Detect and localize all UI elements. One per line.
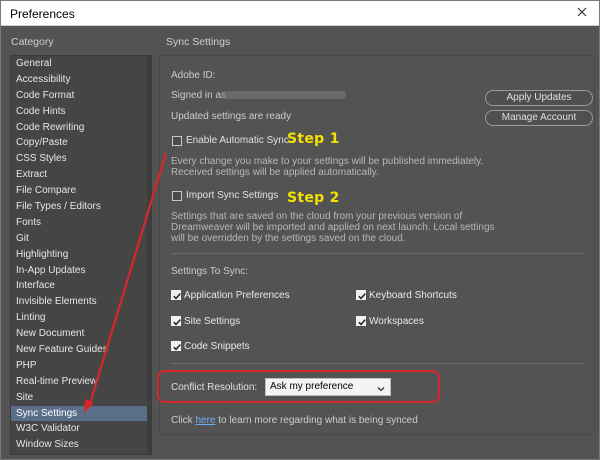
signed-in-label: Signed in as	[171, 90, 227, 101]
category-item[interactable]: Highlighting	[11, 247, 151, 263]
auto-sync-desc-1: Every change you make to your settings w…	[171, 156, 484, 167]
apply-updates-button[interactable]: Apply Updates	[485, 90, 593, 106]
keyboard-shortcuts-checkbox[interactable]	[356, 290, 366, 300]
step-2-annotation: Step 2	[287, 190, 340, 206]
category-header: Category	[11, 36, 54, 48]
check-icon	[173, 319, 181, 326]
footer-prefix: Click	[171, 415, 193, 426]
check-icon	[173, 293, 181, 300]
adobe-id-label: Adobe ID:	[171, 70, 216, 81]
category-item[interactable]: Code Format	[11, 88, 151, 104]
category-item[interactable]: File Compare	[11, 183, 151, 199]
conflict-resolution-select[interactable]: Ask my preference	[265, 378, 391, 396]
app-prefs-checkbox[interactable]	[171, 290, 181, 300]
category-item[interactable]: Accessibility	[11, 72, 151, 88]
category-item[interactable]: Sync Settings	[11, 405, 151, 422]
conflict-resolution-label: Conflict Resolution:	[171, 382, 258, 393]
category-item[interactable]: W3C Validator	[11, 421, 151, 437]
import-sync-label[interactable]: Import Sync Settings	[186, 190, 278, 201]
category-item[interactable]: New Document	[11, 326, 151, 342]
category-item[interactable]: In-App Updates	[11, 263, 151, 279]
enable-auto-sync-checkbox[interactable]	[172, 136, 182, 146]
category-item[interactable]: Code Hints	[11, 104, 151, 120]
app-prefs-label[interactable]: Application Preferences	[184, 290, 290, 301]
category-item[interactable]: New Feature Guides	[11, 342, 151, 358]
footer-text: Click here to learn more regarding what …	[171, 415, 418, 426]
manage-account-button[interactable]: Manage Account	[485, 110, 593, 126]
category-item[interactable]: CSS Styles	[11, 151, 151, 167]
site-settings-checkbox[interactable]	[171, 316, 181, 326]
chevron-down-icon	[377, 383, 385, 399]
category-item[interactable]: Code Rewriting	[11, 120, 151, 136]
category-item[interactable]: Site	[11, 390, 151, 406]
site-settings-label[interactable]: Site Settings	[184, 316, 240, 327]
category-item[interactable]: Fonts	[11, 215, 151, 231]
redacted-email	[222, 91, 346, 99]
check-icon	[358, 319, 366, 326]
window-title: Preferences	[10, 7, 75, 21]
auto-sync-desc-2: Received settings will be applied automa…	[171, 167, 379, 178]
close-icon[interactable]	[575, 5, 589, 19]
learn-more-link[interactable]: here	[195, 415, 215, 426]
title-bar: Preferences	[1, 1, 599, 26]
category-item[interactable]: General	[11, 56, 151, 72]
category-item[interactable]: Invisible Elements	[11, 294, 151, 310]
workspaces-checkbox[interactable]	[356, 316, 366, 326]
updated-status: Updated settings are ready	[171, 111, 292, 122]
settings-to-sync-label: Settings To Sync:	[171, 266, 249, 277]
footer-suffix: to learn more regarding what is being sy…	[218, 415, 418, 426]
workspaces-label[interactable]: Workspaces	[369, 316, 424, 327]
import-sync-checkbox[interactable]	[172, 191, 182, 201]
sync-settings-header: Sync Settings	[166, 36, 231, 48]
category-item[interactable]: Extract	[11, 167, 151, 183]
category-item[interactable]: Copy/Paste	[11, 135, 151, 151]
scrollbar[interactable]	[147, 56, 151, 454]
category-item[interactable]: Interface	[11, 278, 151, 294]
category-item[interactable]: Real-time Preview	[11, 374, 151, 390]
check-icon	[173, 344, 181, 351]
import-desc-3: will be overridden by the settings saved…	[171, 233, 406, 244]
import-desc-2: Dreamweaver will be imported and applied…	[171, 222, 495, 233]
step-1-annotation: Step 1	[287, 131, 340, 147]
category-item[interactable]: Git	[11, 231, 151, 247]
category-item[interactable]: Linting	[11, 310, 151, 326]
section-divider	[171, 253, 585, 254]
keyboard-shortcuts-label[interactable]: Keyboard Shortcuts	[369, 290, 457, 301]
category-item[interactable]: PHP	[11, 358, 151, 374]
enable-auto-sync-label[interactable]: Enable Automatic Sync	[186, 135, 289, 146]
category-item[interactable]: Window Sizes	[11, 437, 151, 453]
section-divider	[171, 363, 585, 364]
preferences-dialog: Preferences Category Sync Settings Gener…	[0, 0, 600, 460]
category-list[interactable]: General Accessibility Code Format Code Hint…	[10, 55, 152, 455]
code-snippets-checkbox[interactable]	[171, 341, 181, 351]
import-desc-1: Settings that are saved on the cloud fro…	[171, 211, 463, 222]
category-item[interactable]: File Types / Editors	[11, 199, 151, 215]
code-snippets-label[interactable]: Code Snippets	[184, 341, 250, 352]
check-icon	[358, 293, 366, 300]
conflict-resolution-value: Ask my preference	[270, 381, 354, 392]
